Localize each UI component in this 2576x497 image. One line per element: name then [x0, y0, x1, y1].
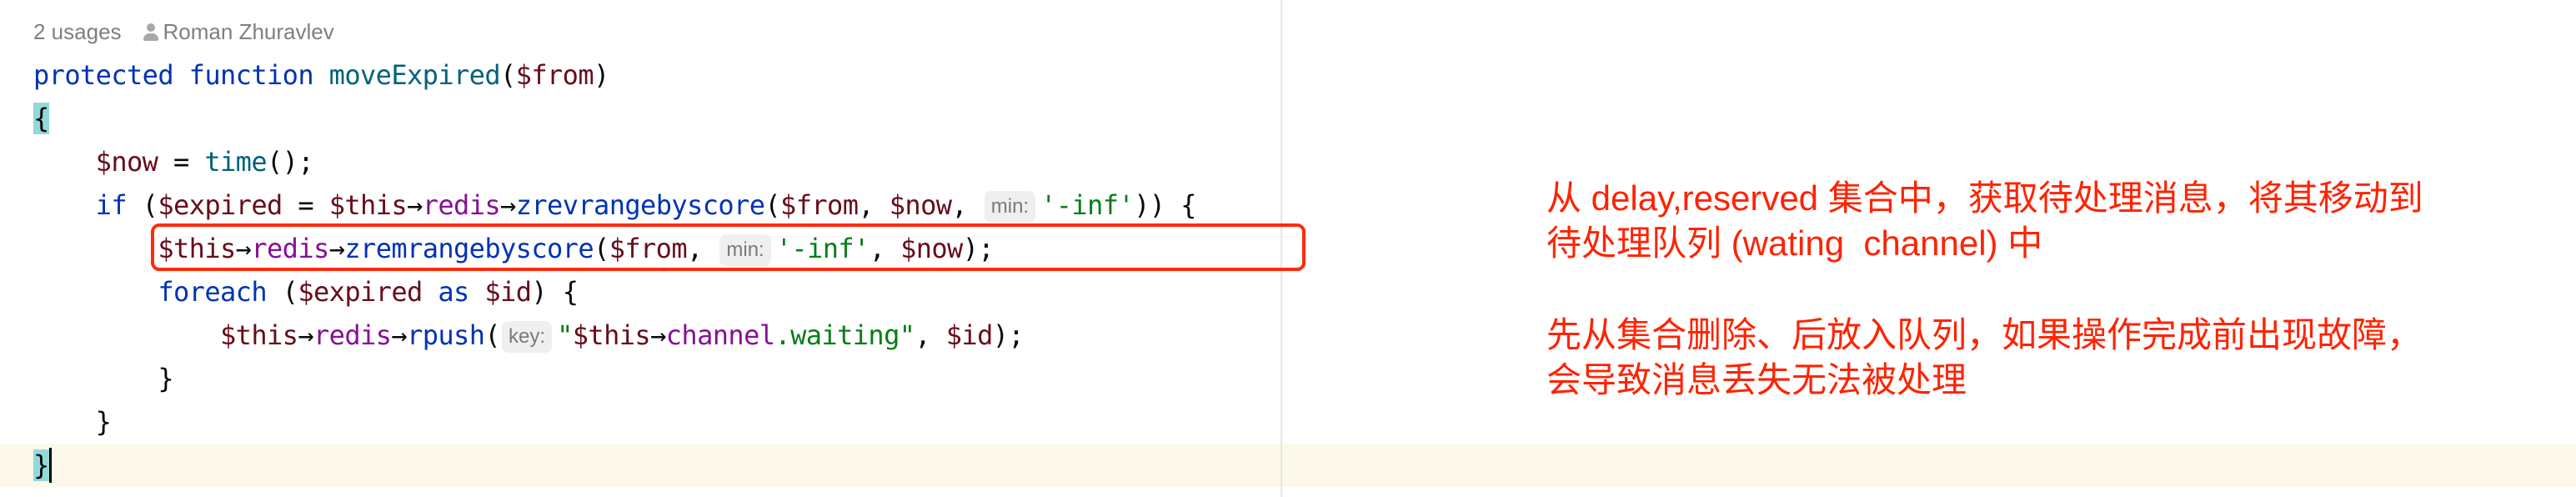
code-line[interactable]: $now = time();	[33, 140, 314, 183]
code-token: time	[204, 146, 268, 178]
code-token: zrevrangebyscore	[515, 189, 765, 221]
code-token: ,	[858, 189, 890, 221]
code-token: .waiting"	[774, 319, 915, 351]
annotation-line: 会导致消息丢失无法被处理	[1546, 360, 1967, 399]
code-token: $from	[515, 59, 594, 91]
code-line[interactable]: $this→redis→rpush(key: "$this→channel.wai…	[33, 314, 1025, 357]
code-token: ();	[267, 146, 314, 178]
code-token: →	[391, 319, 408, 351]
code-token: (	[764, 189, 781, 221]
code-token: as	[438, 276, 469, 308]
code-token: foreach	[158, 276, 267, 308]
code-token: function	[188, 59, 314, 91]
code-token: protected	[33, 59, 174, 91]
code-line[interactable]: protected function moveExpired($from)	[33, 53, 609, 97]
code-token: moveExpired	[328, 59, 501, 91]
parameter-hint: key:	[502, 321, 553, 353]
parameter-hint: min:	[984, 191, 1036, 223]
code-token: $id	[484, 276, 532, 308]
code-token: '-inf'	[1040, 189, 1135, 221]
author-name[interactable]: Roman Zhuravlev	[163, 19, 334, 44]
code-token: rpush	[407, 319, 485, 351]
code-line[interactable]: foreach ($expired as $id) {	[33, 270, 579, 314]
annotation-line: 待处理队列 (wating channel) 中	[1546, 223, 2043, 263]
highlight-box	[151, 223, 1306, 271]
code-line[interactable]: }	[33, 400, 112, 444]
code-token: $expired	[298, 276, 423, 308]
code-token: $expired	[158, 189, 283, 221]
code-line[interactable]: }	[33, 357, 173, 400]
code-token: →	[500, 189, 516, 221]
code-token: (	[484, 319, 501, 351]
code-token: "	[557, 319, 573, 351]
code-token: {	[33, 103, 49, 134]
code-token: →	[298, 319, 314, 351]
code-token: $this	[328, 189, 408, 221]
code-token: )	[594, 59, 609, 91]
code-token: →	[407, 189, 423, 221]
code-token: )) {	[1134, 189, 1196, 221]
code-token: redis	[313, 319, 392, 351]
code-token: $this	[572, 319, 651, 351]
code-line[interactable]: if ($expired = $this→redis→zrevrangebysc…	[33, 183, 1196, 227]
code-token: $id	[945, 319, 994, 351]
usages-link[interactable]: 2 usages	[33, 19, 122, 44]
code-token: channel	[665, 319, 775, 351]
code-token: =	[282, 189, 329, 221]
code-token: }	[33, 406, 112, 438]
code-token: redis	[422, 189, 501, 221]
code-token: $from	[780, 189, 859, 221]
code-token: (	[127, 189, 158, 221]
code-token: $now	[889, 189, 952, 221]
code-token: =	[158, 146, 205, 178]
code-token: if	[95, 189, 128, 221]
code-vision-hint[interactable]: 2 usages Roman Zhuravlev	[33, 15, 334, 48]
annotation-line: 从 delay,reserved 集合中，获取待处理消息，将其移动到	[1546, 178, 2423, 218]
code-token: );	[992, 319, 1025, 351]
code-token: ) {	[531, 276, 579, 308]
code-token: ,	[915, 319, 946, 351]
code-token: $this	[220, 319, 298, 351]
code-token: $now	[95, 146, 158, 178]
person-icon	[143, 23, 158, 42]
code-token: →	[650, 319, 666, 351]
code-token: (	[267, 276, 298, 308]
code-token: (	[500, 59, 516, 91]
text-caret	[48, 448, 52, 483]
code-line[interactable]: {	[33, 97, 49, 140]
code-token: }	[33, 363, 173, 394]
current-line-highlight	[0, 444, 2576, 487]
code-token: ,	[951, 189, 983, 221]
code-token: }	[33, 449, 49, 481]
code-line[interactable]: }	[33, 444, 52, 487]
annotation-line: 先从集合删除、后放入队列，如果操作完成前出现故障，	[1546, 315, 2423, 354]
